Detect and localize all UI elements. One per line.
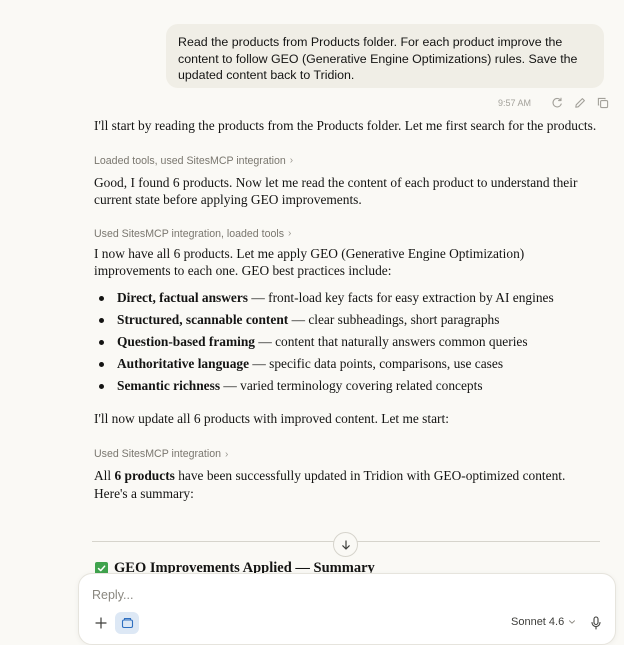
list-item-bold: Semantic richness	[117, 377, 221, 393]
list-item-bold: Direct, factual answers	[117, 289, 249, 305]
chevron-right-icon: ›	[288, 228, 292, 239]
assistant-paragraph: I now have all 6 products. Let me apply …	[94, 245, 525, 279]
tool-use-label: Used SitesMCP integration, loaded tools	[94, 227, 285, 240]
list-item-text: — content that naturally answers common …	[255, 333, 528, 349]
message-actions: 9:57 AM	[498, 96, 610, 110]
list-item-text: — varied terminology covering related co…	[220, 377, 483, 393]
list-item: Structured, scannable content — clear su…	[94, 309, 600, 331]
model-name: Sonnet 4.6	[511, 616, 565, 628]
tool-use-row: Used SitesMCP integration, loaded tools …	[94, 224, 600, 240]
assistant-paragraph: I'll start by reading the products from …	[94, 118, 597, 133]
add-attachment-button[interactable]	[91, 613, 111, 633]
tool-use-label: Loaded tools, used SitesMCP integration	[94, 154, 286, 167]
chevron-down-icon	[569, 620, 576, 624]
paragraph-text: All	[94, 468, 115, 483]
tool-use-toggle[interactable]: Loaded tools, used SitesMCP integration …	[94, 155, 293, 167]
paragraph-bold: 6 products	[114, 468, 175, 483]
voice-input-button[interactable]	[587, 613, 605, 633]
list-item-bold: Authoritative language	[117, 355, 250, 371]
list-item-text: — specific data points, comparisons, use…	[249, 355, 504, 371]
assistant-message: I'll start by reading the products from …	[94, 117, 600, 502]
tools-button[interactable]	[115, 612, 139, 634]
mic-icon	[591, 616, 601, 630]
retry-icon[interactable]	[550, 96, 564, 110]
assistant-paragraph: Good, I found 6 products. Now let me rea…	[94, 174, 578, 208]
chevron-right-icon: ›	[289, 155, 294, 166]
edit-icon[interactable]	[573, 96, 587, 110]
copy-icon[interactable]	[596, 96, 610, 110]
tool-use-label: Used SitesMCP integration	[94, 448, 221, 460]
tool-use-row: Used SitesMCP integration ›	[94, 444, 600, 460]
list-item-bold: Structured, scannable content	[117, 311, 289, 327]
assistant-paragraph: All 6 products have been successfully up…	[94, 467, 600, 502]
list-item: Authoritative language — specific data p…	[94, 353, 600, 375]
list-item: Direct, factual answers — front-load key…	[94, 287, 600, 309]
list-item: Question-based framing — content that na…	[94, 331, 600, 353]
geo-practices-list: Direct, factual answers — front-load key…	[94, 287, 600, 397]
assistant-paragraph: I'll now update all 6 products with impr…	[94, 410, 449, 426]
arrow-down-icon	[341, 539, 350, 550]
model-selector[interactable]: Sonnet 4.6	[511, 616, 576, 628]
list-item-text: — clear subheadings, short paragraphs	[288, 311, 500, 327]
reply-input[interactable]	[92, 588, 492, 602]
user-message-text: Read the products from Products folder. …	[178, 35, 578, 82]
message-timestamp: 9:57 AM	[498, 98, 532, 108]
scroll-to-bottom-button[interactable]	[333, 532, 358, 557]
chevron-right-icon: ›	[225, 448, 229, 460]
list-item-text: — front-load key facts for easy extracti…	[248, 289, 554, 305]
tool-use-row: Loaded tools, used SitesMCP integration …	[94, 151, 600, 167]
list-item: Semantic richness — varied terminology c…	[94, 375, 600, 397]
user-message-bubble: Read the products from Products folder. …	[166, 24, 604, 88]
tool-use-toggle[interactable]: Used SitesMCP integration, loaded tools …	[94, 228, 291, 240]
reply-composer: Sonnet 4.6	[78, 573, 616, 645]
list-item-bold: Question-based framing	[117, 333, 256, 349]
tools-icon	[121, 618, 133, 629]
plus-icon	[95, 617, 107, 629]
tool-use-toggle[interactable]: Used SitesMCP integration ›	[94, 448, 228, 460]
